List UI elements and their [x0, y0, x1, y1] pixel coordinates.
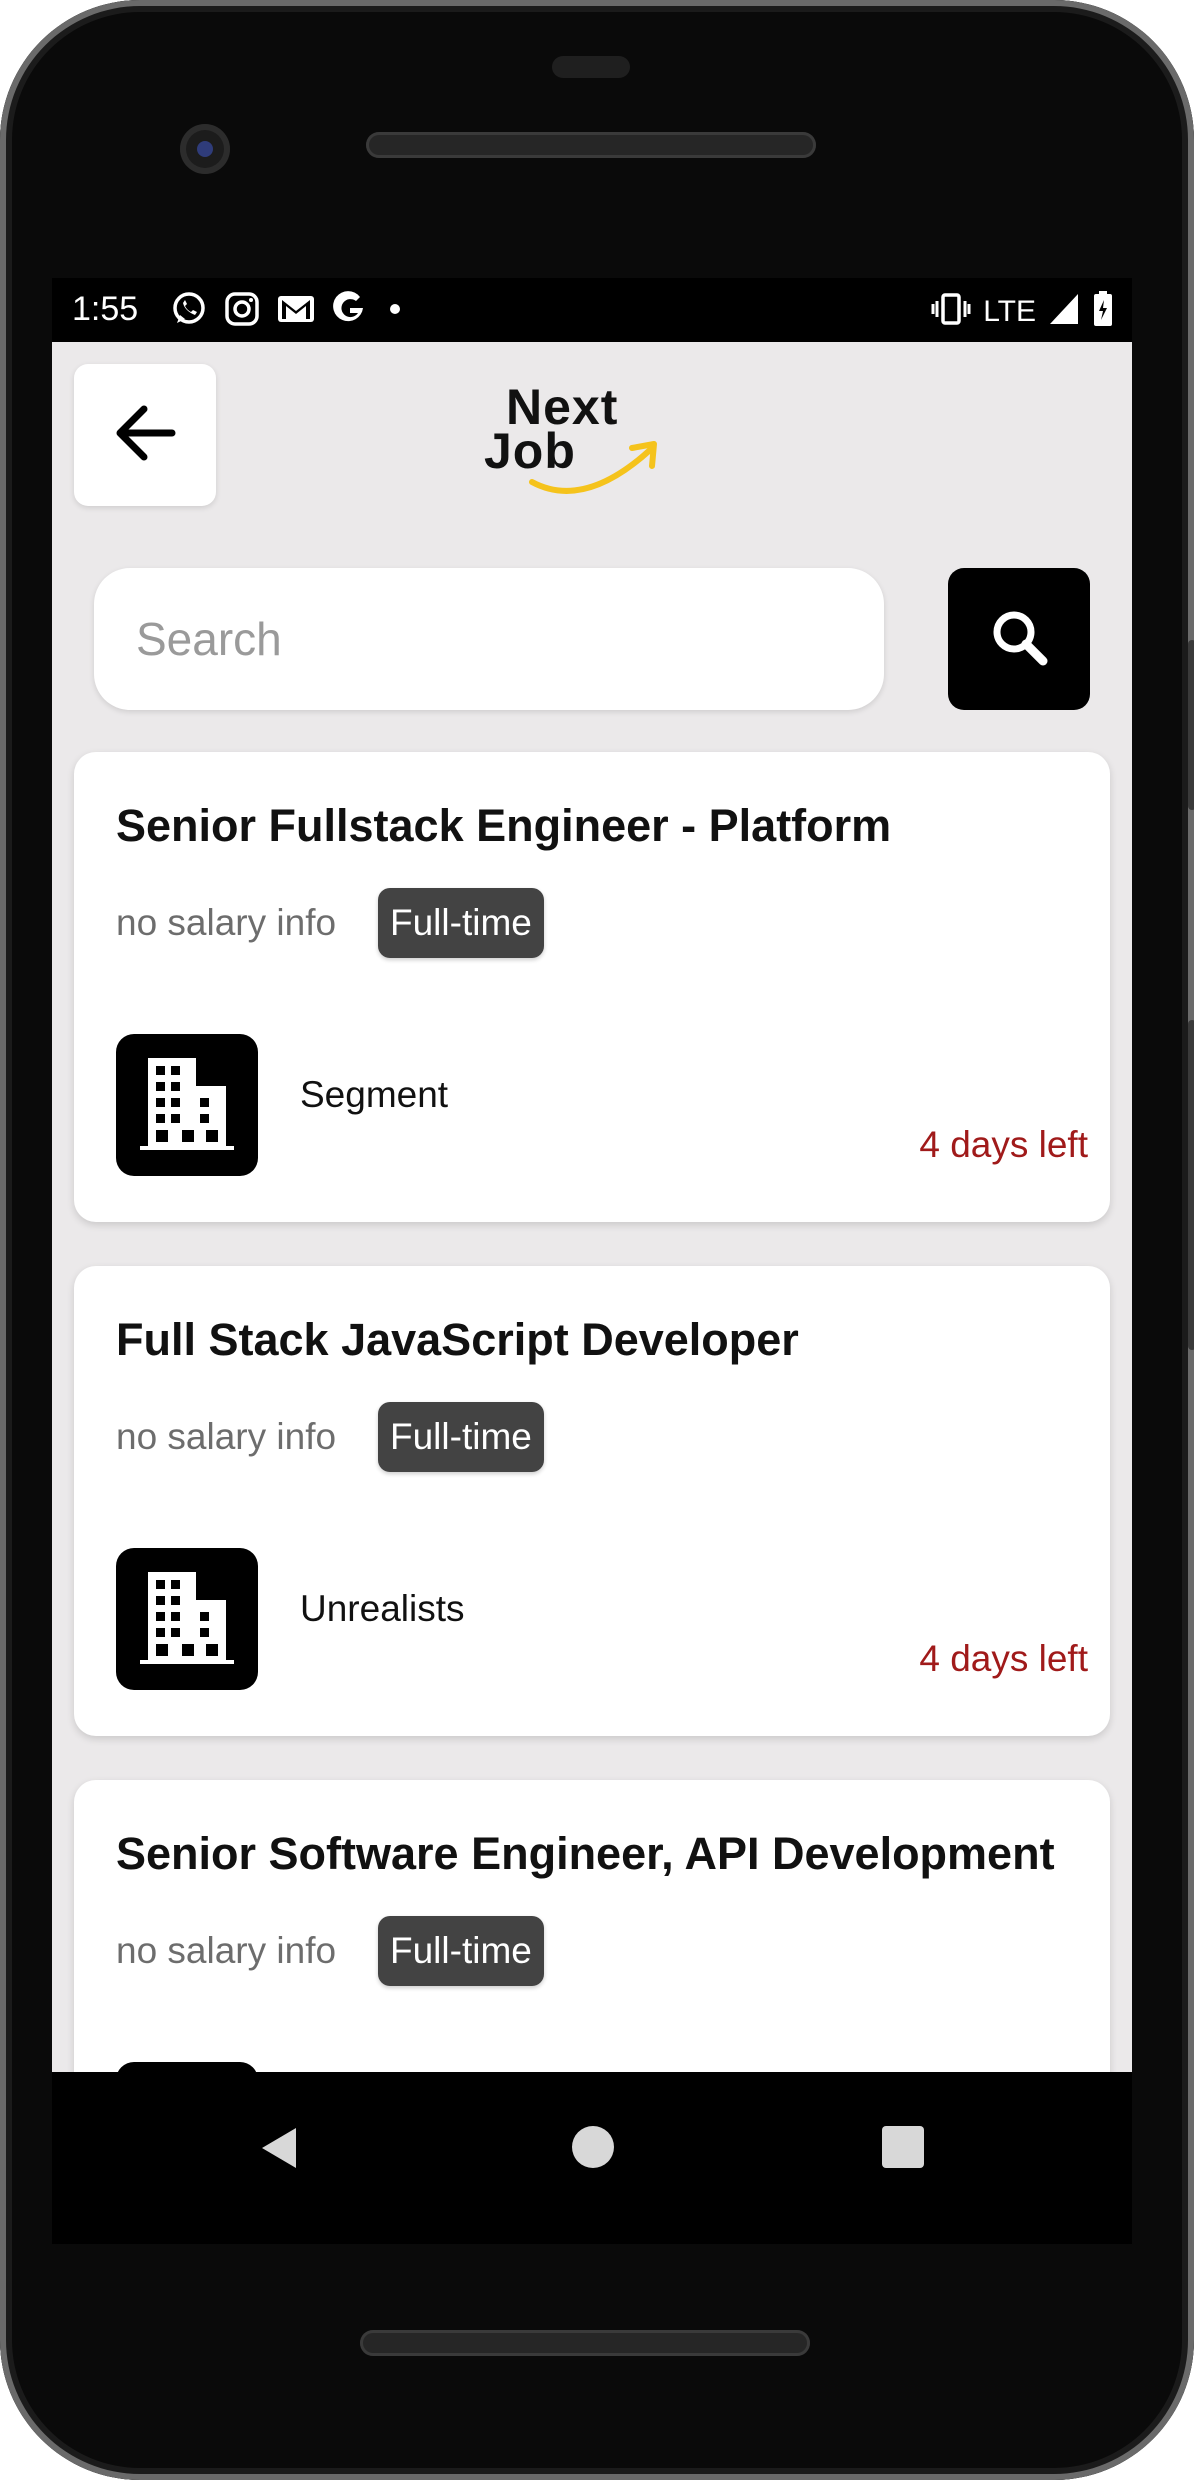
instagram-icon: [224, 291, 260, 332]
notification-icons: [170, 290, 406, 333]
phone-frame: 1:55 LTE Next Job Search Senior Fullstac…: [0, 0, 1194, 2480]
salary-info: no salary info: [116, 1416, 337, 1457]
building-icon: [134, 1050, 240, 1161]
power-button: [1188, 640, 1194, 810]
salary-info: no salary info: [116, 1930, 337, 1971]
company-logo: [116, 1034, 258, 1176]
vibrate-icon: [931, 291, 971, 332]
job-card[interactable]: Full Stack JavaScript Developer no salar…: [74, 1266, 1110, 1736]
bottom-speaker: [360, 2330, 810, 2356]
earpiece-speaker: [366, 132, 816, 158]
status-time: 1:55: [72, 290, 139, 328]
front-camera: [180, 124, 230, 174]
google-icon: [332, 291, 368, 332]
company-name: Segment: [300, 1074, 449, 1115]
search-button[interactable]: [948, 568, 1090, 710]
salary-info: no salary info: [116, 902, 337, 943]
battery-icon: [1092, 290, 1114, 333]
company-logo: [116, 2062, 258, 2072]
job-title: Senior Software Engineer, API Developmen…: [116, 1828, 1055, 1879]
system-icons: LTE: [931, 290, 1114, 333]
arrow-left-icon: [110, 403, 180, 468]
next-job-logo: Next Job: [484, 378, 664, 498]
company-logo: [116, 1548, 258, 1690]
search-row: [52, 568, 1132, 712]
days-left: 4 days left: [919, 1638, 1088, 1679]
job-card[interactable]: Senior Software Engineer, API Developmen…: [74, 1780, 1110, 2072]
job-type-badge: Full-time: [378, 1916, 544, 1986]
logo-arrow-icon: [524, 418, 674, 503]
back-button[interactable]: [74, 364, 216, 506]
signal-icon: [1048, 292, 1080, 331]
job-card[interactable]: Senior Fullstack Engineer - Platform no …: [74, 752, 1110, 1222]
dot-icon: [384, 291, 406, 332]
proximity-sensor: [552, 56, 630, 78]
job-type-badge: Full-time: [378, 888, 544, 958]
system-nav-bar: [52, 2072, 1132, 2244]
home-circle-icon[interactable]: [572, 2126, 614, 2168]
job-title: Full Stack JavaScript Developer: [116, 1314, 799, 1365]
job-title: Senior Fullstack Engineer - Platform: [116, 800, 892, 851]
app-header: Next Job: [52, 342, 1132, 542]
building-icon: [134, 1564, 240, 1675]
gmail-icon: [276, 292, 316, 331]
search-input[interactable]: [94, 568, 884, 710]
whatsapp-icon: [170, 290, 208, 333]
job-type-badge: Full-time: [378, 1402, 544, 1472]
volume-button: [1188, 1020, 1194, 1350]
app-content: Next Job Senior Fullstack Engineer: [52, 342, 1132, 2072]
screen: 1:55 LTE Next Job Search Senior Fullstac…: [52, 278, 1132, 2244]
status-bar: 1:55 LTE: [52, 278, 1132, 342]
network-type: LTE: [983, 294, 1036, 328]
company-name: Unrealists: [300, 1588, 465, 1629]
recents-square-icon[interactable]: [882, 2126, 924, 2168]
search-icon: [987, 605, 1051, 674]
back-triangle-icon[interactable]: [258, 2124, 300, 2177]
days-left: 4 days left: [919, 1124, 1088, 1165]
